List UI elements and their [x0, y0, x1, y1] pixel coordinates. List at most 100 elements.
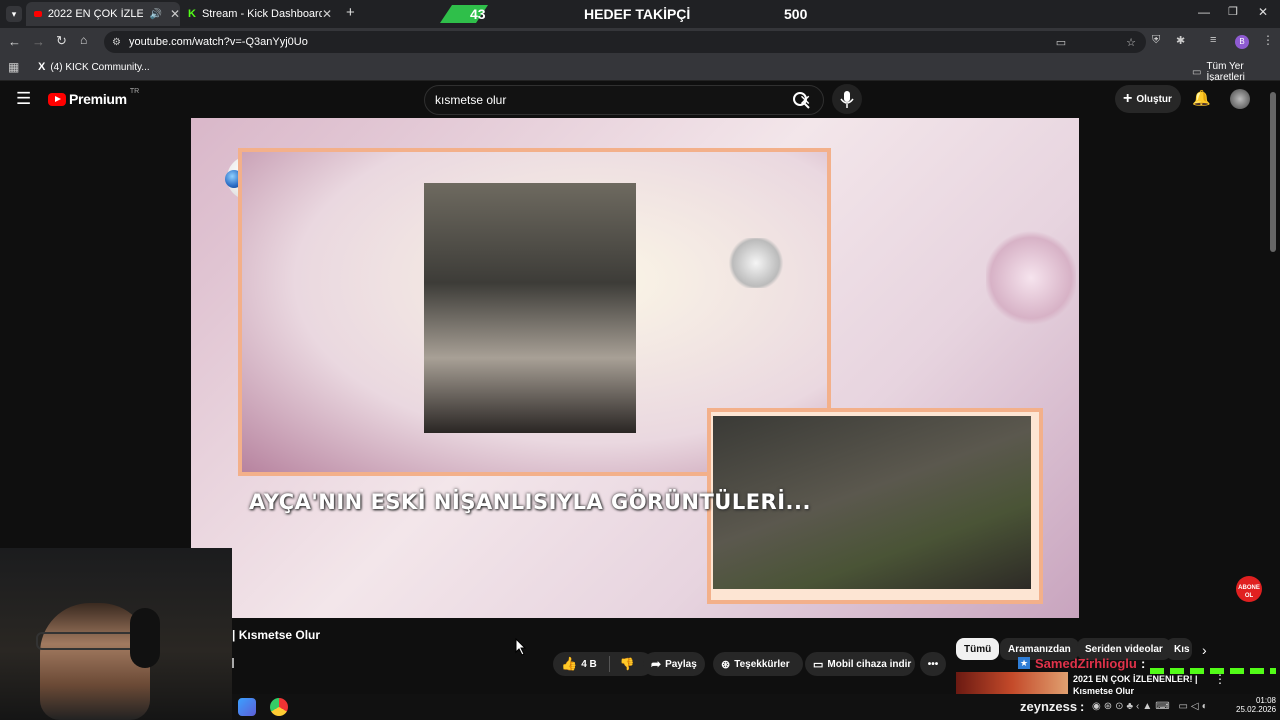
video-photo-cafe — [424, 183, 636, 433]
account-avatar[interactable] — [1230, 89, 1250, 109]
thanks-label: Teşekkürler — [734, 658, 790, 670]
youtube-logo[interactable]: Premium TR — [48, 87, 140, 107]
create-button[interactable]: + Oluştur — [1115, 85, 1181, 113]
decorative-crystal — [726, 238, 786, 288]
streamer-colon: : — [1080, 699, 1085, 714]
webcam-overlay — [0, 548, 232, 720]
voice-search-icon[interactable] — [832, 84, 862, 114]
system-tray-icons[interactable]: ◉⊛⊙♣‹▲⌨ ▭◁◐ — [1092, 701, 1211, 712]
youtube-favicon-icon — [34, 11, 42, 17]
headphones — [130, 608, 160, 668]
next-video-title[interactable]: 2021 EN ÇOK İZLENENLER! | — [1073, 674, 1198, 684]
guide-menu-icon[interactable]: ☰ — [16, 89, 31, 109]
streamer-name: zeynzess — [1020, 699, 1078, 714]
apps-grid-icon[interactable]: ▦ — [8, 60, 19, 74]
logo-text: Premium — [69, 91, 127, 107]
tab-kick-dashboard[interactable]: K Stream - Kick Dashboard ✕ — [188, 2, 340, 26]
extensions-icon[interactable]: ✱ — [1176, 34, 1185, 47]
clock-time: 01:08 — [1255, 696, 1276, 705]
back-icon[interactable]: ← — [8, 34, 21, 49]
tab-youtube[interactable]: 2022 EN ÇOK İZLENENLER! 🔊 ✕ — [26, 2, 180, 26]
taskbar-app-icon[interactable] — [238, 698, 256, 716]
download-label: Mobil cihaza indir — [827, 658, 912, 670]
subscribe-badge[interactable]: ABONE OL — [1236, 576, 1262, 602]
taskbar-clock[interactable]: 01:08 25.02.2026 — [1236, 696, 1276, 714]
tab-close-icon[interactable]: ✕ — [170, 7, 180, 21]
media-control-icon[interactable]: ≡ — [1210, 34, 1216, 46]
browser-tab-bar: ▾ 2022 EN ÇOK İZLENENLER! 🔊 ✕ K Stream -… — [0, 0, 1280, 28]
next-video-thumbnail[interactable] — [956, 672, 1068, 694]
video-player[interactable]: AYÇA'NIN ESKİ NİŞANLISIYLA GÖRÜNTÜLERİ..… — [191, 118, 1079, 618]
thanks-button[interactable]: ⊛ Teşekkürler — [713, 652, 803, 676]
bookmark-kick-community[interactable]: X (4) KICK Community... — [38, 61, 150, 73]
next-video-title-line2: Kısmetse Olur — [1073, 686, 1135, 694]
chrome-taskbar-icon[interactable] — [270, 698, 288, 716]
like-count[interactable]: 4 B — [581, 659, 597, 670]
url-text: youtube.com/watch?v=-Q3anYyj0Uo — [128, 36, 308, 48]
shield-extension-icon[interactable]: ⛨ — [1152, 34, 1160, 47]
next-video-menu-icon[interactable]: ⋮ — [1214, 672, 1226, 686]
address-bar[interactable]: ⚙ youtube.com/watch?v=-Q3anYyj0Uo ▭ ☆ — [104, 31, 1146, 53]
close-window-icon[interactable]: ✕ — [1258, 5, 1268, 19]
youtube-header: ☰ Premium TR kısmetse olur ✕ + Oluştur 🔔 — [0, 81, 1280, 118]
create-label: Oluştur — [1136, 93, 1172, 105]
follower-goal-value: 500 — [784, 6, 808, 22]
plus-icon: + — [1123, 90, 1133, 107]
decorative-crystal — [986, 228, 1076, 328]
chat-badge-icon: ★ — [1018, 657, 1030, 669]
page-scrollbar[interactable] — [1270, 92, 1276, 252]
search-box[interactable]: kısmetse olur ✕ — [424, 85, 824, 115]
video-title: | Kısmetse Olur — [232, 628, 321, 642]
super-thanks-icon: ⊛ — [721, 658, 731, 671]
filter-chip-all[interactable]: Tümü — [956, 638, 1000, 660]
share-button[interactable]: ➦ Paylaş — [643, 652, 705, 676]
browser-menu-icon[interactable]: ⋮ — [1262, 33, 1274, 47]
home-icon[interactable]: ⌂ — [80, 33, 87, 47]
follower-goal-label: HEDEF TAKİPÇİ — [584, 6, 691, 22]
filter-chip-partial[interactable]: Kıs — [1166, 638, 1192, 660]
thumbs-up-icon[interactable]: 👍 — [561, 656, 577, 672]
site-info-icon[interactable]: ⚙ — [112, 37, 121, 48]
forward-icon[interactable]: → — [32, 34, 45, 49]
country-code: TR — [129, 87, 140, 95]
more-actions-icon[interactable]: ••• — [920, 652, 946, 676]
all-bookmarks-label: Tüm Yer İşaretleri — [1206, 61, 1245, 83]
share-icon: ➦ — [651, 657, 662, 671]
bookmark-label: (4) KICK Community... — [50, 61, 150, 73]
tab-title: Stream - Kick Dashboard — [201, 8, 322, 20]
tab-close-icon[interactable]: ✕ — [322, 7, 332, 21]
chat-colon: : — [1141, 656, 1146, 671]
restore-icon[interactable]: ❐ — [1228, 5, 1238, 18]
tab-title: 2022 EN ÇOK İZLENENLER! — [47, 8, 144, 20]
minimize-icon[interactable]: — — [1198, 5, 1210, 19]
download-icon: ▭ — [813, 658, 824, 671]
bookmark-star-icon[interactable]: ☆ — [1126, 36, 1136, 49]
search-icon[interactable] — [787, 86, 817, 116]
audio-playing-icon[interactable]: 🔊 — [149, 9, 161, 20]
glasses — [36, 632, 144, 650]
youtube-play-icon — [48, 92, 66, 106]
clock-date: 25.02.2026 — [1236, 705, 1277, 714]
reload-icon[interactable]: ↻ — [56, 33, 67, 49]
browser-toolbar: ← → ↻ ⌂ ⚙ youtube.com/watch?v=-Q3anYyj0U… — [0, 28, 1280, 56]
search-input[interactable]: kısmetse olur — [435, 93, 506, 107]
all-bookmarks-button[interactable]: ▭ Tüm Yer İşaretleri — [1192, 61, 1280, 83]
kick-favicon-icon: K — [188, 8, 196, 20]
like-dislike-group: 👍 4 B 👎 — [553, 652, 653, 676]
share-label: Paylaş — [665, 658, 697, 670]
cast-icon[interactable]: ▭ — [1056, 36, 1066, 49]
new-tab-icon[interactable]: + — [346, 4, 355, 21]
x-logo-icon: X — [38, 61, 46, 73]
bookmarks-bar: ▦ X (4) KICK Community... ▭ Tüm Yer İşar… — [0, 56, 1280, 83]
chevron-right-icon[interactable]: › — [1202, 642, 1207, 658]
notifications-bell-icon[interactable]: 🔔 — [1192, 89, 1211, 107]
thumbs-down-icon[interactable]: 👎 — [620, 657, 635, 671]
chat-username: SamedZirhlioglu — [1035, 656, 1137, 671]
download-button[interactable]: ▭ Mobil cihaza indir — [805, 652, 915, 676]
profile-avatar[interactable]: B — [1235, 35, 1249, 49]
tab-search-button[interactable]: ▾ — [6, 6, 22, 22]
mouse-cursor-icon — [515, 638, 527, 656]
follower-progress-bar: 43 — [440, 5, 488, 23]
channel-avatar-edge — [232, 658, 234, 668]
folder-icon: ▭ — [1192, 66, 1202, 78]
